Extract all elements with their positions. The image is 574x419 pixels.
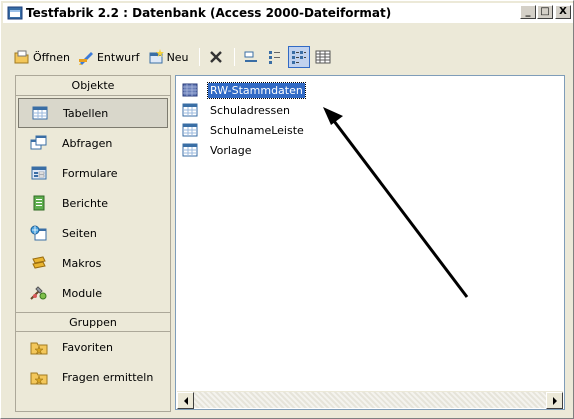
database-window: Testfabrik 2.2 : Datenbank (Access 2000-… <box>0 0 574 419</box>
large-icons-icon <box>244 51 257 62</box>
nav-item-modules[interactable]: Module <box>18 278 168 308</box>
module-icon <box>28 284 50 302</box>
design-button[interactable]: Entwurf <box>75 46 143 68</box>
table-icon <box>29 104 51 122</box>
delete-button[interactable] <box>205 46 227 68</box>
nav-item-label: Berichte <box>62 196 108 210</box>
list-view-button[interactable] <box>287 46 310 68</box>
new-button[interactable]: Neu <box>145 46 192 68</box>
nav-item-queries[interactable]: Abfragen <box>18 128 168 158</box>
design-icon <box>78 52 93 65</box>
close-icon: X <box>559 6 567 17</box>
small-icons-button[interactable] <box>264 46 286 68</box>
list-item[interactable]: SchulnameLeiste <box>182 120 306 140</box>
nav-item-label: Module <box>62 286 102 300</box>
database-window-icon <box>7 5 23 21</box>
macro-icon <box>28 254 50 272</box>
maximize-button[interactable]: □ <box>537 5 553 19</box>
scroll-right-button[interactable] <box>546 392 563 409</box>
page-icon <box>28 224 50 242</box>
horizontal-scrollbar[interactable] <box>177 391 563 409</box>
list-item-label: RW-Stammdaten <box>207 81 306 99</box>
folder-star-icon <box>28 368 50 386</box>
nav-item-group-questions[interactable]: Fragen ermitteln <box>18 362 168 392</box>
window-title: Testfabrik 2.2 : Datenbank (Access 2000-… <box>26 6 392 20</box>
nav-item-macros[interactable]: Makros <box>18 248 168 278</box>
open-icon <box>14 50 29 64</box>
list-item[interactable]: RW-Stammdaten <box>182 80 306 100</box>
query-icon <box>28 134 50 152</box>
delete-icon <box>209 51 222 63</box>
groups-header[interactable]: Gruppen <box>16 312 170 332</box>
form-icon <box>28 164 50 182</box>
list-item[interactable]: Schuladressen <box>182 100 306 120</box>
nav-item-label: Fragen ermitteln <box>62 370 154 384</box>
nav-item-pages[interactable]: Seiten <box>18 218 168 248</box>
report-icon <box>28 194 50 212</box>
table-icon <box>182 83 198 97</box>
close-button[interactable]: X <box>555 5 571 19</box>
nav-item-forms[interactable]: Formulare <box>18 158 168 188</box>
objects-bar: Objekte Tabellen Abfragen Formulare Beri… <box>15 75 171 412</box>
tables-list: RW-Stammdaten Schuladressen SchulnameLei… <box>182 80 306 160</box>
open-button[interactable]: Öffnen <box>11 46 73 68</box>
objects-list-pane[interactable]: RW-Stammdaten Schuladressen SchulnameLei… <box>175 75 565 410</box>
list-item-label: SchulnameLeiste <box>210 123 304 137</box>
table-icon <box>182 143 198 157</box>
minimize-icon: _ <box>525 6 531 17</box>
arrow-right-icon <box>552 396 557 405</box>
nav-item-favorites[interactable]: Favoriten <box>18 332 168 362</box>
title-bar[interactable]: Testfabrik 2.2 : Datenbank (Access 2000-… <box>3 3 573 23</box>
open-label: Öffnen <box>33 50 70 64</box>
nav-item-reports[interactable]: Berichte <box>18 188 168 218</box>
nav-item-label: Favoriten <box>62 340 113 354</box>
arrow-left-icon <box>183 396 188 405</box>
folder-star-icon <box>28 338 50 356</box>
details-view-icon <box>315 50 331 64</box>
maximize-icon: □ <box>540 6 550 17</box>
list-item-label: Schuladressen <box>210 103 291 117</box>
toolbar: Öffnen Entwurf Neu <box>3 45 573 69</box>
toolbar-separator <box>198 48 200 66</box>
toolbar-separator <box>233 48 235 66</box>
new-icon <box>149 49 164 64</box>
new-label: Neu <box>166 50 189 64</box>
details-view-button[interactable] <box>312 46 334 68</box>
objects-header[interactable]: Objekte <box>16 76 170 96</box>
design-label: Entwurf <box>96 50 140 64</box>
nav-item-tables[interactable]: Tabellen <box>18 98 168 128</box>
list-item-label: Vorlage <box>210 143 252 157</box>
nav-item-label: Formulare <box>62 166 118 180</box>
minimize-button[interactable]: _ <box>520 5 536 19</box>
nav-item-label: Tabellen <box>63 106 109 120</box>
list-item[interactable]: Vorlage <box>182 140 306 160</box>
list-view-icon <box>291 51 306 64</box>
nav-item-label: Abfragen <box>62 136 113 150</box>
table-icon <box>182 123 198 137</box>
scroll-left-button[interactable] <box>177 392 194 409</box>
small-icons-icon <box>268 51 280 64</box>
nav-item-label: Makros <box>62 256 102 270</box>
large-icons-button[interactable] <box>240 46 262 68</box>
scrollbar-track[interactable] <box>194 392 546 408</box>
table-icon <box>182 103 198 117</box>
nav-item-label: Seiten <box>62 226 97 240</box>
